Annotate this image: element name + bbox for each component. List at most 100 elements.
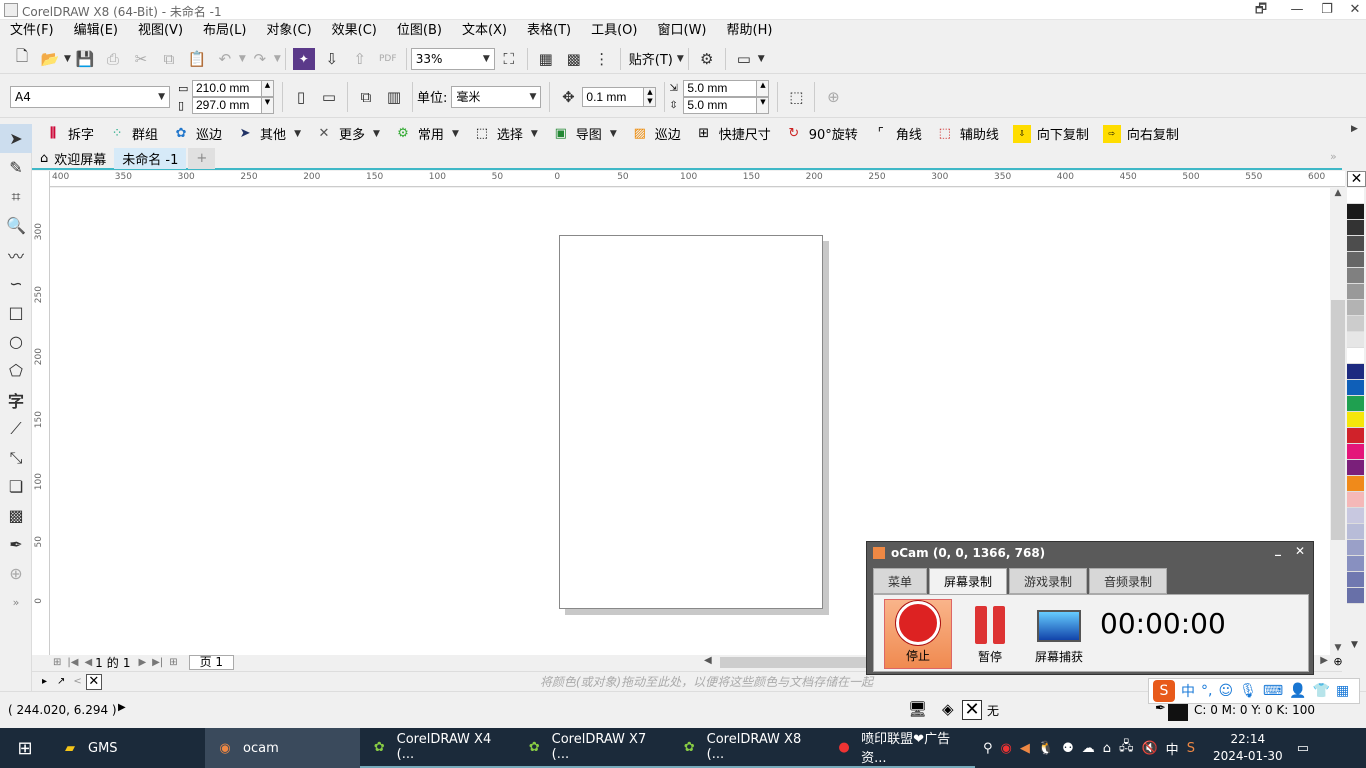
- transparency-tool-icon[interactable]: ▩: [0, 501, 32, 530]
- color-swatch[interactable]: [1347, 252, 1364, 268]
- horizontal-ruler[interactable]: 400 350 300 250 200 150 100 50 0 50 100 150 200 250 30…: [50, 171, 1345, 187]
- menu-tools[interactable]: 工具(O): [581, 20, 647, 42]
- grid-icon[interactable]: ▩: [563, 48, 585, 70]
- tray-ime-label[interactable]: 中: [1166, 739, 1179, 758]
- first-page-icon[interactable]: |◀: [67, 657, 78, 668]
- add-page-after-icon[interactable]: ⊞: [169, 657, 177, 668]
- paste-icon[interactable]: 📋: [186, 48, 208, 70]
- extra-window-icon[interactable]: 🗗: [1244, 0, 1278, 20]
- tray-cloud-icon[interactable]: ☁: [1082, 741, 1095, 756]
- duplicate-x-field[interactable]: [683, 79, 758, 97]
- document-page[interactable]: [559, 235, 823, 609]
- tray-speaker-app-icon[interactable]: ◀: [1020, 741, 1030, 756]
- color-swatch[interactable]: [1347, 348, 1364, 364]
- ocam-screen-capture-button[interactable]: 屏幕捕获: [1024, 599, 1094, 669]
- save-icon[interactable]: 💾: [74, 48, 96, 70]
- export-icon[interactable]: ⇧: [349, 48, 371, 70]
- search-content-icon[interactable]: ✦: [292, 47, 315, 70]
- color-swatch[interactable]: [1347, 364, 1364, 380]
- plugin-common[interactable]: ⚙ 常用 ▼: [394, 124, 459, 143]
- undo-icon[interactable]: ↶: [214, 48, 236, 70]
- page-height-field[interactable]: [192, 96, 262, 114]
- start-button[interactable]: ⊞: [0, 728, 50, 768]
- taskbar-item-coreldraw-x7[interactable]: ✿ CorelDRAW X7 (...: [515, 728, 670, 768]
- add-tool-icon[interactable]: ⊕: [0, 559, 32, 588]
- options-gear-icon[interactable]: ⚙: [696, 48, 718, 70]
- menu-layout[interactable]: 布局(L): [193, 20, 256, 42]
- doc-no-color-swatch[interactable]: ✕: [85, 673, 102, 690]
- plugin-copy-right[interactable]: ⇨ 向右复制: [1102, 124, 1179, 143]
- menu-effects[interactable]: 效果(C): [322, 20, 387, 42]
- plugin-other[interactable]: ➤ 其他 ▼: [236, 124, 301, 143]
- color-swatch[interactable]: [1347, 476, 1364, 492]
- connector-tool-icon[interactable]: ⤡: [0, 443, 32, 472]
- redo-icon[interactable]: ↷: [249, 48, 271, 70]
- plugin-select[interactable]: ⬚ 选择 ▼: [473, 124, 538, 143]
- artistic-media-icon[interactable]: ∽: [0, 269, 32, 298]
- palette-scroll-down-icon[interactable]: ▼: [1351, 640, 1358, 650]
- palette-scroll-up-icon[interactable]: ▶: [1351, 124, 1358, 134]
- zoom-tool-icon[interactable]: 🔍: [0, 211, 32, 240]
- punctuation-icon[interactable]: °,: [1201, 683, 1212, 699]
- plugin-export-image[interactable]: ▣ 导图 ▼: [552, 124, 617, 143]
- plugin-outline-2[interactable]: ▨ 巡边: [631, 124, 681, 143]
- unit-select[interactable]: 毫米 ▼: [451, 85, 542, 108]
- zoom-navigator-icon[interactable]: ⊕: [1330, 655, 1346, 670]
- tray-sogou-icon[interactable]: S: [1187, 741, 1195, 756]
- polygon-tool-icon[interactable]: ⬠: [0, 356, 32, 385]
- plugin-split-text[interactable]: ⫼ 拆字: [44, 124, 94, 143]
- plugin-guidelines[interactable]: ⬚ 辅助线: [936, 124, 999, 143]
- microphone-icon[interactable]: 🎙: [1239, 683, 1257, 699]
- ocam-stop-button[interactable]: 停止: [884, 599, 952, 669]
- guidelines-icon[interactable]: ⋮: [591, 48, 613, 70]
- page-tab-1[interactable]: 页 1: [188, 655, 235, 670]
- taskbar-item-app[interactable]: ● 喷印联盟❤广告资...: [825, 728, 975, 768]
- vertical-scroll-thumb[interactable]: [1331, 300, 1345, 540]
- color-swatch[interactable]: [1347, 380, 1364, 396]
- tray-record-icon[interactable]: ◉: [1001, 741, 1012, 756]
- nudge-distance-field[interactable]: [582, 86, 645, 107]
- status-expand-icon[interactable]: ▶: [118, 702, 126, 713]
- all-pages-icon[interactable]: ⧉: [355, 86, 377, 108]
- toolbar-overflow-icon[interactable]: »: [1330, 150, 1337, 163]
- color-swatch[interactable]: [1347, 428, 1364, 444]
- add-tab-icon[interactable]: +: [188, 147, 216, 169]
- vertical-ruler[interactable]: 300 250 200 150 100 50 0: [32, 171, 50, 655]
- color-swatch[interactable]: [1347, 412, 1364, 428]
- snap-to-button[interactable]: 贴齐(T): [629, 49, 673, 68]
- color-swatch[interactable]: [1347, 492, 1364, 508]
- app-launcher-icon[interactable]: ▭: [733, 48, 755, 70]
- prev-page-icon[interactable]: ◀: [84, 657, 92, 668]
- copy-icon[interactable]: ⧉: [158, 48, 180, 70]
- color-swatch[interactable]: [1347, 572, 1364, 588]
- menu-view[interactable]: 视图(V): [128, 20, 193, 42]
- color-swatch[interactable]: [1347, 588, 1364, 604]
- print-icon[interactable]: ⎙: [102, 48, 124, 70]
- rectangle-tool-icon[interactable]: □: [0, 298, 32, 327]
- color-proofing-icon[interactable]: 🖥: [908, 700, 927, 718]
- color-swatch[interactable]: [1347, 220, 1364, 236]
- tray-clock[interactable]: 22:14 2024-01-30: [1213, 731, 1283, 765]
- plugin-group[interactable]: ⁘ 群组: [108, 124, 158, 143]
- menu-file[interactable]: 文件(F): [0, 20, 64, 42]
- pick-tool-icon[interactable]: ➤: [0, 124, 32, 153]
- menu-text[interactable]: 文本(X): [452, 20, 517, 42]
- tray-usb-icon[interactable]: ⌂: [1103, 741, 1111, 756]
- action-center-icon[interactable]: ▭: [1297, 741, 1309, 756]
- new-document-icon[interactable]: 🗋: [11, 47, 33, 70]
- ocam-minimize-button[interactable]: _: [1275, 542, 1281, 556]
- color-swatch[interactable]: [1347, 460, 1364, 476]
- color-swatch[interactable]: [1347, 300, 1364, 316]
- ocam-close-button[interactable]: ✕: [1295, 544, 1305, 558]
- treat-as-filled-icon[interactable]: ⬚: [785, 86, 807, 108]
- color-swatch[interactable]: [1347, 556, 1364, 572]
- expand-toolbox-icon[interactable]: »: [0, 588, 32, 617]
- crop-tool-icon[interactable]: ⌗: [0, 182, 32, 211]
- color-swatch[interactable]: [1347, 284, 1364, 300]
- plugin-corner-marks[interactable]: ⌜ 角线: [872, 124, 922, 143]
- tray-network-icon[interactable]: 🖧: [1119, 737, 1134, 759]
- color-swatch[interactable]: [1347, 316, 1364, 332]
- doc-palette-menu-icon[interactable]: ▸: [42, 676, 47, 687]
- color-swatch[interactable]: [1347, 236, 1364, 252]
- plugin-more[interactable]: ✕ 更多 ▼: [315, 124, 380, 143]
